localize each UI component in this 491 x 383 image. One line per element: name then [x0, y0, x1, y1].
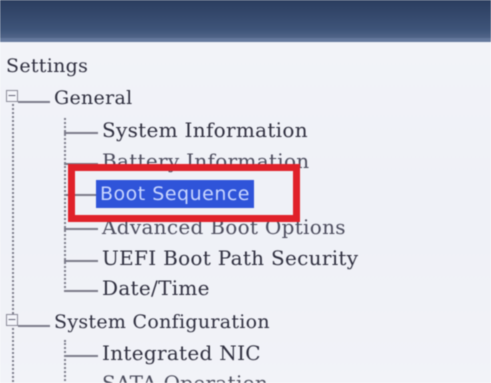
tree-connector-root	[12, 92, 14, 382]
tree-connector-system-config	[64, 340, 66, 383]
title-bar	[0, 0, 491, 42]
bios-settings-screen: Settings − General System Information Ba…	[0, 0, 491, 383]
general-collapse-icon[interactable]: −	[6, 90, 18, 102]
tree-connector-general	[64, 118, 66, 288]
annotation-highlight-box	[68, 164, 300, 222]
tree-item-integrated-nic[interactable]: Integrated NIC	[102, 341, 261, 365]
tree-item-date-time[interactable]: Date/Time	[102, 276, 210, 300]
tree-group-system-configuration[interactable]: System Configuration	[54, 311, 270, 333]
tree-branch	[64, 355, 98, 357]
tree-branch	[64, 228, 98, 230]
tree-group-general[interactable]: General	[54, 87, 133, 109]
tree-item-sata-operation[interactable]: SATA Operation	[102, 371, 268, 383]
system-configuration-collapse-icon[interactable]: −	[6, 314, 18, 326]
tree-root-settings[interactable]: Settings	[6, 55, 88, 77]
tree-item-system-information[interactable]: System Information	[102, 118, 308, 142]
tree-branch	[18, 325, 50, 327]
title-bar-edge	[0, 38, 491, 42]
tree-item-uefi-boot-path-security[interactable]: UEFI Boot Path Security	[102, 246, 358, 270]
tree-branch	[64, 132, 98, 134]
tree-branch	[64, 260, 98, 262]
tree-branch	[18, 101, 50, 103]
tree-branch	[64, 290, 98, 292]
